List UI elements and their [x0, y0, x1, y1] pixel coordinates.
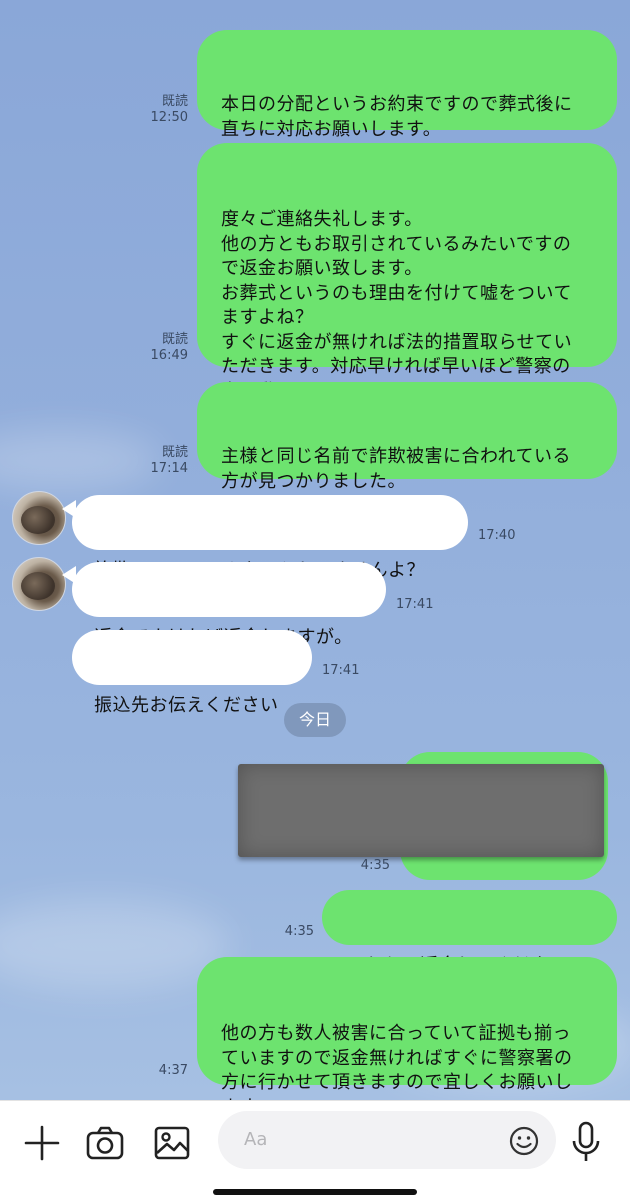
chat-area[interactable]: 既読 12:50 本日の分配というお約束ですので葬式後に 直ちに対応お願いします…: [0, 0, 630, 1100]
message-bubble-received[interactable]: 詐欺？？？？そんなことしてませんよ？: [72, 495, 468, 581]
message-meta: 既読 17:14: [140, 445, 188, 477]
message-bubble-sent[interactable]: こちらに返金してください。: [322, 890, 617, 976]
read-receipt: 既読: [161, 94, 188, 109]
message-time: 17:41: [396, 597, 434, 612]
background-cloud: [0, 430, 160, 490]
message-bubble-sent[interactable]: 他の方も数人被害に合っていて証拠も揃っ ていますので返金無ければすぐに警察署の …: [197, 957, 617, 1100]
microphone-icon[interactable]: [568, 1121, 604, 1163]
emoji-icon[interactable]: [508, 1125, 540, 1157]
message-time: 16:49: [150, 348, 188, 363]
message-text: 他の方も数人被害に合っていて証拠も揃っ ていますので返金無ければすぐに警察署の …: [221, 1023, 573, 1100]
message-text: 振込先お伝えください: [94, 695, 279, 716]
redaction-block: [238, 764, 604, 857]
message-meta: 既読 16:49: [140, 332, 188, 364]
message-bubble-sent[interactable]: 本日の分配というお約束ですので葬式後に 直ちに対応お願いします。 こちら既に先払…: [197, 30, 617, 164]
date-separator: 今日: [284, 703, 346, 737]
message-time: 12:50: [150, 110, 188, 125]
message-bubble-received[interactable]: 振込先お伝えください: [72, 630, 312, 716]
message-time: 17:41: [322, 663, 360, 678]
message-time: 17:40: [478, 528, 516, 543]
message-meta: 既読 12:50: [140, 94, 188, 126]
home-indicator[interactable]: [213, 1189, 417, 1195]
plus-icon[interactable]: [24, 1125, 60, 1161]
contact-avatar[interactable]: [12, 557, 66, 611]
message-time: 17:14: [150, 461, 188, 476]
read-receipt: 既読: [161, 332, 188, 347]
message-bubble-sent[interactable]: 主様と同じ名前で詐欺被害に合われている 方が見つかりました。 すぐに返金してくだ…: [197, 382, 617, 516]
message-time: 4:35: [284, 924, 314, 939]
message-bubble-received[interactable]: 返金でよければ返金しますが。: [72, 562, 386, 648]
message-text: 度々ご連絡失礼します。 他の方ともお取引されているみたいですの で返金お願い致し…: [221, 209, 573, 402]
input-placeholder: Aa: [244, 1129, 268, 1150]
contact-avatar[interactable]: [12, 491, 66, 545]
background-cloud: [0, 900, 230, 990]
message-input[interactable]: Aa: [218, 1111, 556, 1169]
read-receipt: 既読: [161, 445, 188, 460]
message-bubble-sent[interactable]: 度々ご連絡失礼します。 他の方ともお取引されているみたいですの で返金お願い致し…: [197, 143, 617, 402]
image-icon[interactable]: [154, 1126, 190, 1160]
message-time: 4:35: [360, 858, 390, 873]
message-time: 4:37: [158, 1063, 188, 1078]
camera-icon[interactable]: [85, 1125, 125, 1161]
